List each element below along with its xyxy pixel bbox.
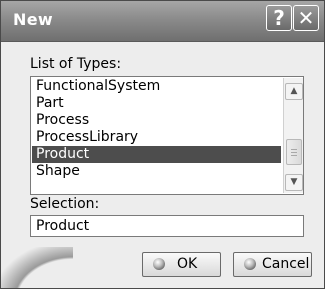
selection-label: Selection: <box>30 196 100 212</box>
scroll-thumb[interactable] <box>286 139 302 165</box>
list-item[interactable]: Process <box>32 112 281 129</box>
ok-button[interactable]: OK <box>142 252 221 277</box>
title-bar[interactable]: New ? ✕ <box>1 1 324 42</box>
chevron-up-icon: ▲ <box>290 86 298 96</box>
dialog-title: New <box>13 10 53 29</box>
new-dialog: New ? ✕ List of Types: FunctionalSystem … <box>0 0 325 289</box>
list-scrollbar[interactable]: ▲ ▼ <box>283 78 303 193</box>
types-list[interactable]: FunctionalSystem Part Process ProcessLib… <box>30 76 304 195</box>
bullet-icon <box>153 258 165 270</box>
decorative-swoosh <box>1 247 73 288</box>
list-item[interactable]: Shape <box>32 163 281 180</box>
cancel-label: Cancel <box>262 256 310 272</box>
scroll-up-button[interactable]: ▲ <box>285 83 303 100</box>
grip-line <box>291 152 297 153</box>
list-item[interactable]: Part <box>32 95 281 112</box>
help-icon: ? <box>273 6 285 30</box>
list-item[interactable]: FunctionalSystem <box>32 78 281 95</box>
close-button[interactable]: ✕ <box>293 5 319 31</box>
grip-line <box>291 149 297 150</box>
bullet-icon <box>244 258 256 270</box>
grip-line <box>291 155 297 156</box>
chevron-down-icon: ▼ <box>290 177 298 187</box>
list-item[interactable]: ProcessLibrary <box>32 129 281 146</box>
selection-field[interactable]: Product <box>30 215 304 237</box>
list-item-selected[interactable]: Product <box>32 146 281 163</box>
list-of-types-label: List of Types: <box>30 56 122 72</box>
close-icon: ✕ <box>297 6 315 30</box>
cancel-button[interactable]: Cancel <box>233 252 312 277</box>
ok-label: OK <box>177 256 198 272</box>
scroll-down-button[interactable]: ▼ <box>285 174 303 191</box>
help-button[interactable]: ? <box>266 5 292 31</box>
